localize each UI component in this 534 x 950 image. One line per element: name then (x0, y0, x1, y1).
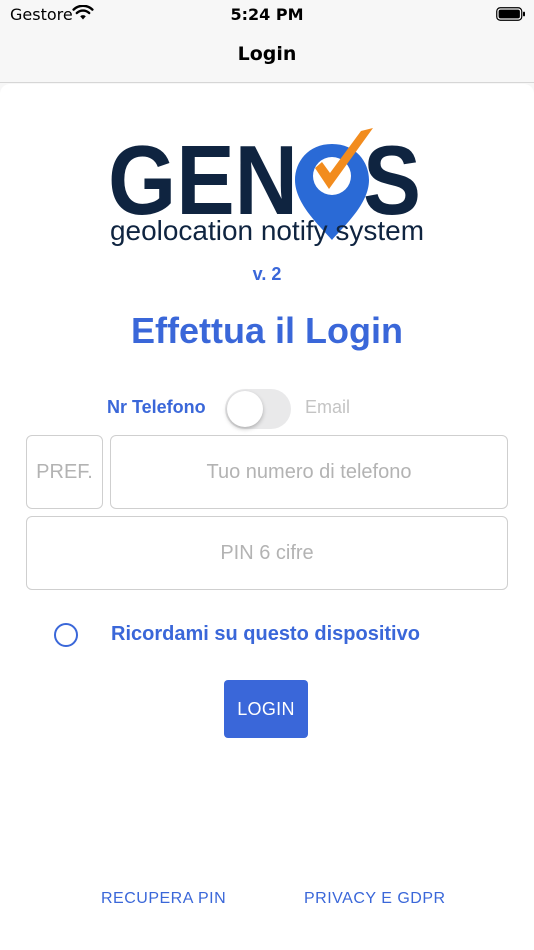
login-button[interactable]: LOGIN (224, 680, 308, 738)
privacy-gdpr-link[interactable]: PRIVACY E GDPR (304, 890, 446, 908)
genos-logo: GEN S geolocation notify system (108, 118, 428, 253)
prefix-input[interactable] (26, 435, 103, 509)
navigation-bar: Login (0, 30, 534, 83)
pin-input[interactable] (26, 516, 508, 590)
status-bar: Gestore 5:24 PM (0, 0, 534, 30)
remember-label[interactable]: Ricordami su questo dispositivo (111, 623, 420, 646)
login-method-toggle[interactable] (225, 389, 291, 429)
phone-number-input[interactable] (110, 435, 508, 509)
toggle-knob (227, 391, 263, 427)
battery-full-icon (496, 6, 526, 25)
remember-radio-button[interactable] (54, 623, 78, 647)
recover-pin-link[interactable]: RECUPERA PIN (101, 890, 226, 908)
login-sheet: GEN S geolocation notify system v. 2 Eff… (0, 84, 534, 950)
page-title: Login (237, 43, 297, 65)
toggle-label-email: Email (305, 397, 351, 417)
toggle-label-phone: Nr Telefono (107, 397, 206, 417)
login-heading: Effettua il Login (131, 310, 403, 351)
logo-tagline: geolocation notify system (110, 215, 424, 246)
app-version: v. 2 (252, 264, 282, 284)
clock: 5:24 PM (230, 5, 304, 24)
